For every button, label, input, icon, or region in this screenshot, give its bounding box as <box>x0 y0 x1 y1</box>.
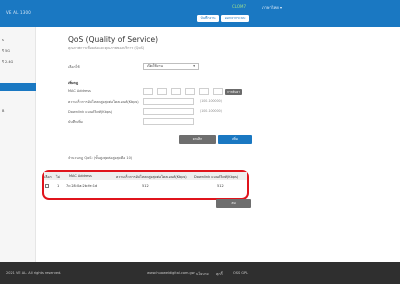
sidebar-item-wifi-24g[interactable]: รี 2.4G <box>0 58 36 66</box>
add-button[interactable]: เพิ่ม <box>218 135 252 144</box>
row-no: 1 <box>57 184 60 188</box>
mac-octet-1[interactable] <box>143 88 153 95</box>
footer: 2021 VE AL. All rights reserved. www.hua… <box>0 262 400 284</box>
downlink-label: Downlink แบนด์วิดท์(Kbps) <box>68 110 113 114</box>
upload-input[interactable] <box>143 98 194 105</box>
mac-octet-3[interactable] <box>171 88 181 95</box>
col-select: เลือก <box>44 175 52 179</box>
user-name[interactable]: CLOM7 <box>232 4 246 9</box>
mac-octet-2[interactable] <box>157 88 167 95</box>
page-title: QoS (Quality of Service) <box>68 35 159 44</box>
language-selector[interactable]: ภาษาไทย ▾ <box>262 4 282 11</box>
sidebar-item-b[interactable]: B <box>0 107 36 115</box>
row-upload: 512 <box>142 184 149 188</box>
sidebar-item-wifi-5g[interactable]: รี 5G <box>0 47 36 55</box>
downlink-hint: (100-100000) <box>200 109 222 113</box>
upload-hint: (100-100000) <box>200 99 222 103</box>
sidebar-item-active[interactable] <box>0 83 36 91</box>
add-rule-heading: เพิ่มกฎ <box>68 81 79 85</box>
remark-input[interactable] <box>143 118 194 125</box>
footer-link-cookies[interactable]: คุกกี้ <box>216 271 223 277</box>
row-downlink: 512 <box>217 184 224 188</box>
logout-button[interactable]: ออกจากระบบ <box>221 15 249 22</box>
main-content: QoS (Quality of Service) คุณภาพการเชื่อม… <box>36 27 400 262</box>
footer-site-link[interactable]: www.huaweidigital.com.gw <box>147 271 195 275</box>
mac-search-button[interactable]: การค้นหา <box>225 88 242 95</box>
delete-button[interactable]: ลบ <box>216 199 251 208</box>
mac-label: MAC Address <box>68 89 91 93</box>
col-downlink: Downlink แบนด์วิดท์(Kbps) <box>194 175 239 179</box>
page-subtitle: คุณภาพการเชื่อมต่อและคุณภาพของบริการ (Qo… <box>68 45 145 50</box>
sidebar-item-1[interactable]: s <box>0 36 36 44</box>
mode-select-value: เปิดใช้งาน <box>147 64 163 68</box>
col-no: ไม่ <box>56 175 61 179</box>
cancel-button[interactable]: ยกเลิก <box>179 135 216 144</box>
footer-link-oss[interactable]: OSS GPL <box>233 271 248 275</box>
table-header: เลือก ไม่ MAC Address ความเร็วการอัปโหลด… <box>44 172 247 180</box>
upload-label: ความเร็วการอัปโหลดสูงสุดต่อไคลเอนต์(Kbps… <box>68 100 139 104</box>
mode-select[interactable]: เปิดใช้งาน ▾ <box>143 63 199 70</box>
rules-caption: จำนวนกฎ QoS: (ขั้นสูงสุดต่อสูงสุดคือ 10) <box>68 156 133 160</box>
mode-label: เลือกใช้ <box>68 65 80 69</box>
save-button[interactable]: บันทึกงาน <box>197 15 219 22</box>
row-mac: 7c:28:0a:2b:fe:1d <box>66 184 98 188</box>
footer-copyright: 2021 VE AL. All rights reserved. <box>6 271 62 275</box>
footer-link-policy[interactable]: นโยบาย <box>196 271 209 277</box>
row-checkbox[interactable] <box>45 184 49 188</box>
mac-octet-4[interactable] <box>185 88 195 95</box>
top-bar: VE AL 1300 CLOM7 ภาษาไทย ▾ บันทึกงาน ออก… <box>0 0 400 27</box>
col-upload: ความเร็วการอัปโหลดสูงสุดต่อไคลเอนต์(Kbps… <box>116 175 187 179</box>
col-mac: MAC Address <box>69 174 92 178</box>
sidebar: s รี 5G รี 2.4G B <box>0 27 36 262</box>
mac-octet-5[interactable] <box>199 88 209 95</box>
downlink-input[interactable] <box>143 108 194 115</box>
chevron-down-icon: ▾ <box>193 64 195 68</box>
brand-label: VE AL 1300 <box>6 10 31 15</box>
mac-octet-6[interactable] <box>213 88 223 95</box>
remark-label: บันทึกเพิ่ม <box>68 120 83 124</box>
